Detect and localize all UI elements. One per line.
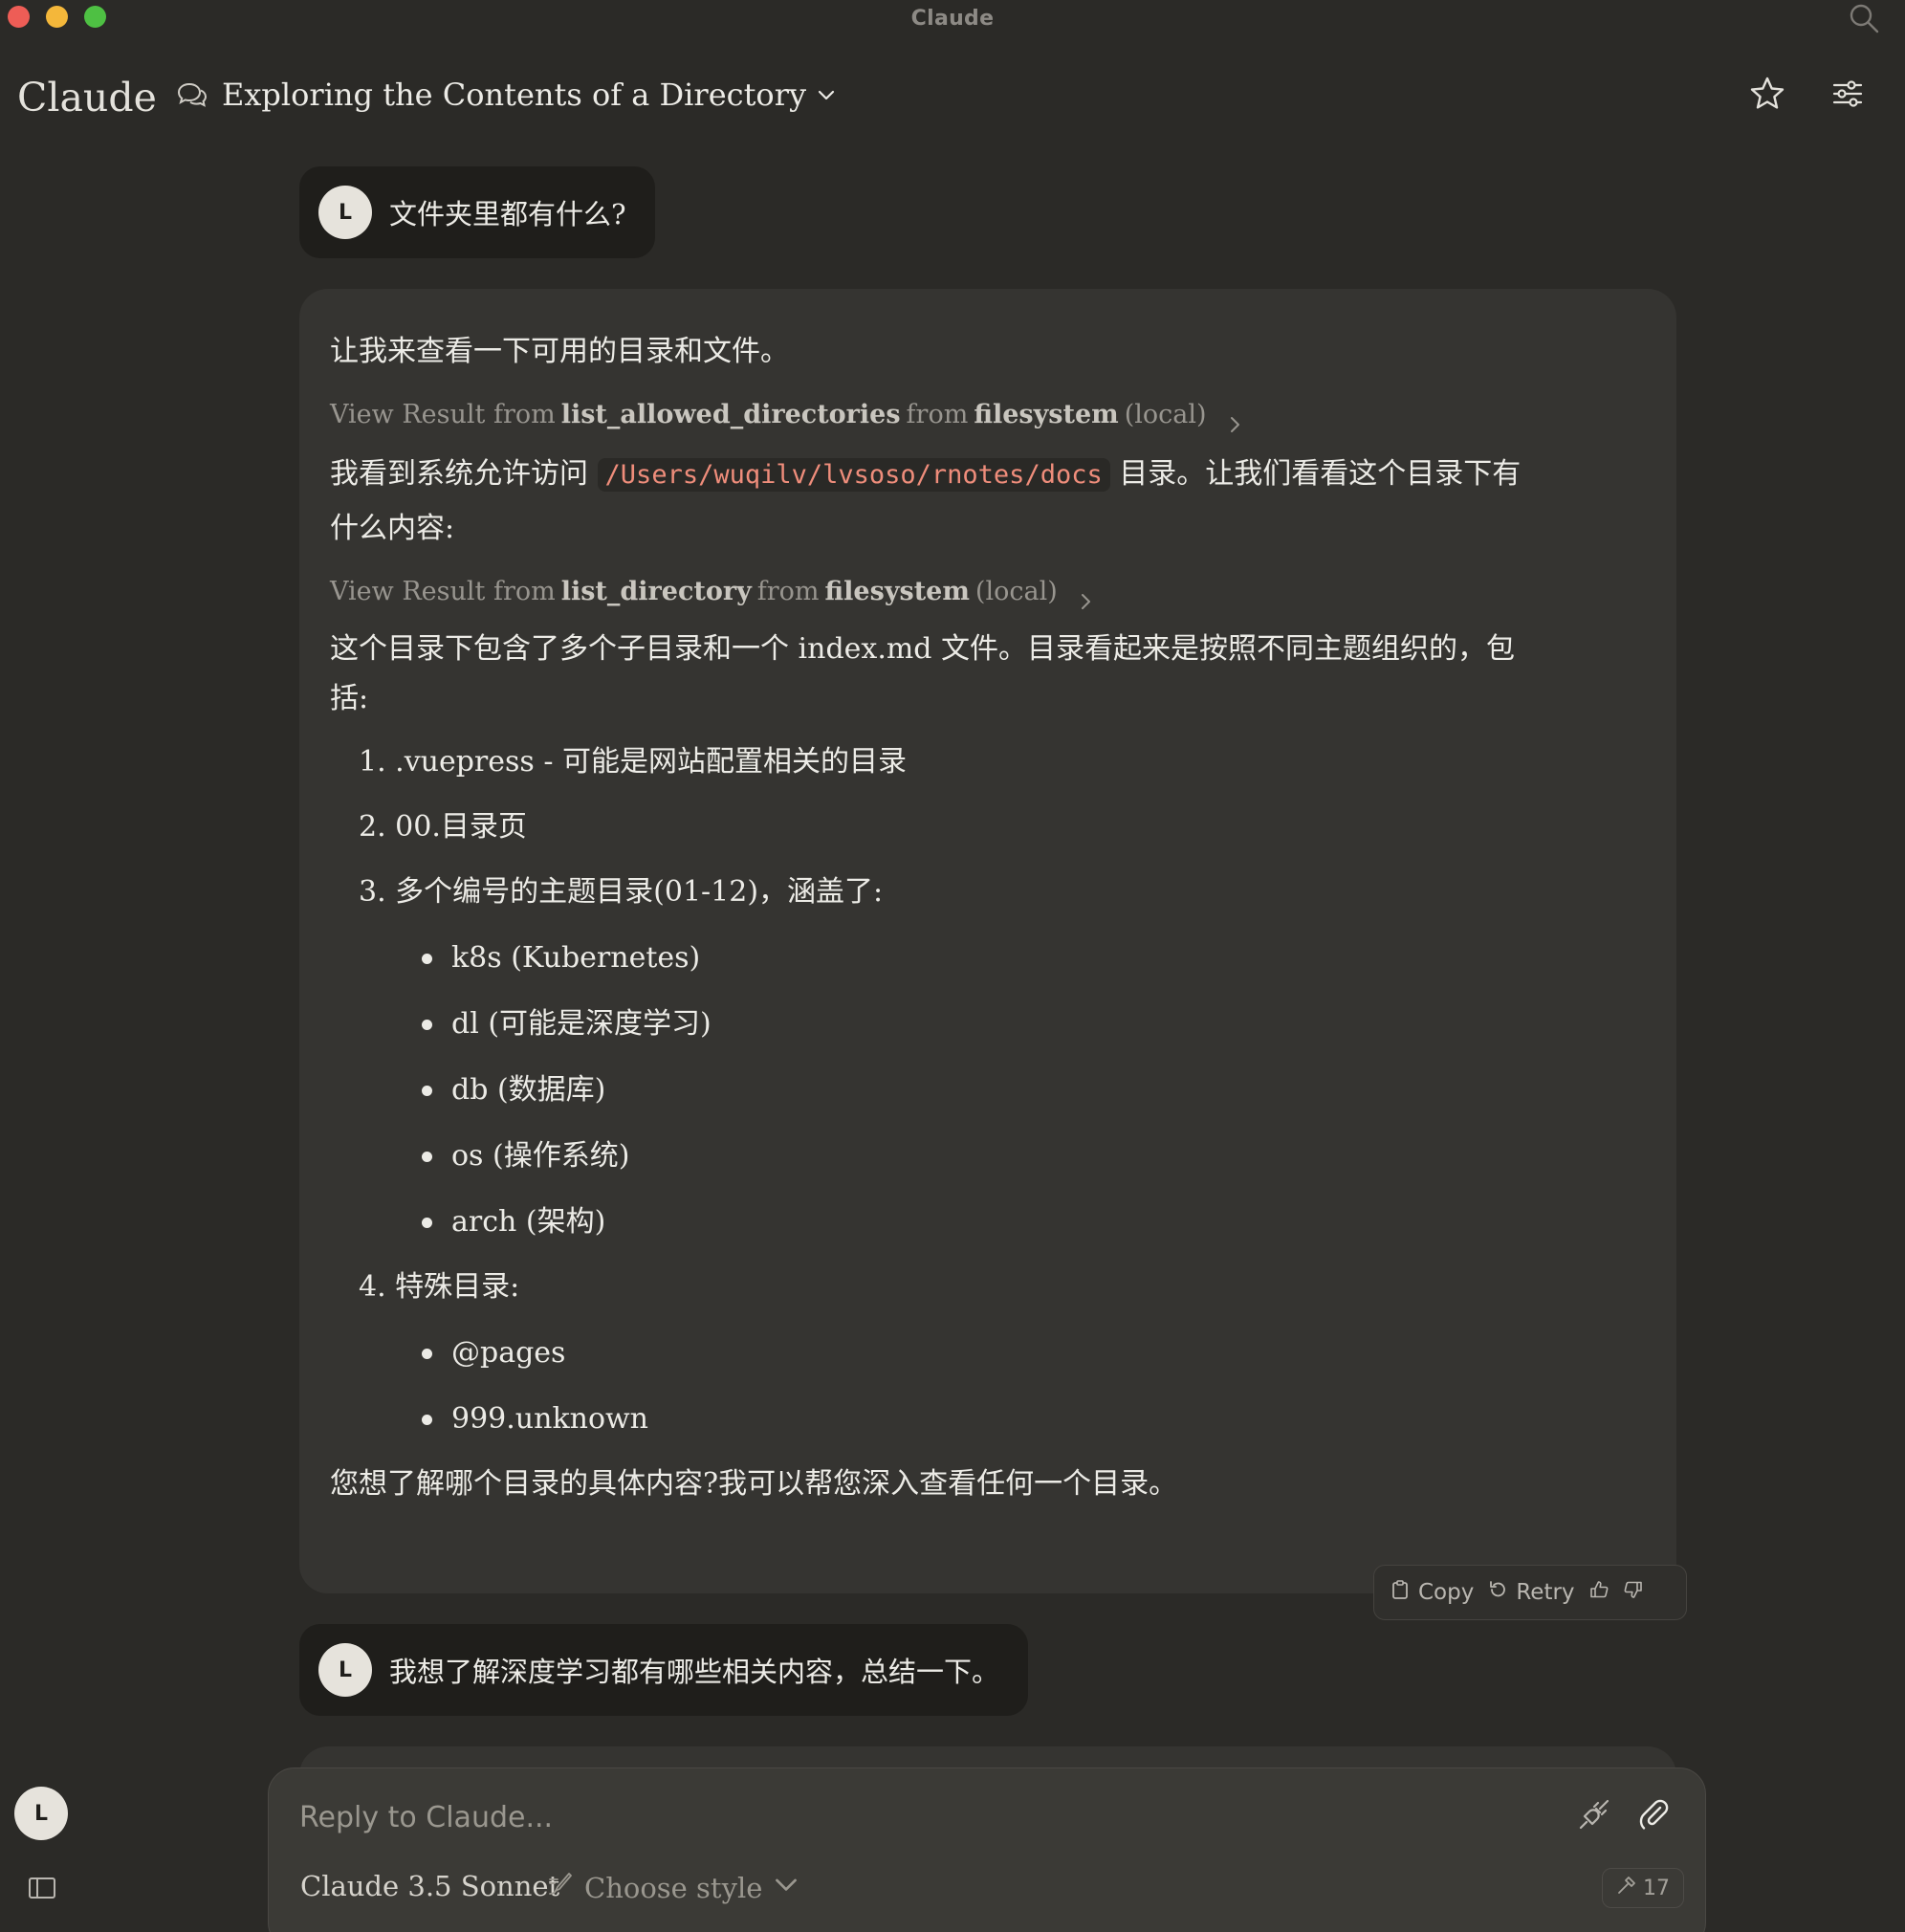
thumbs-down-icon [1623,1579,1644,1606]
list-item: db (数据库) [422,1057,1646,1123]
style-selector[interactable]: Choose style [546,1870,800,1905]
list-item: dl (可能是深度学习) [422,991,1646,1057]
chat-bubbles-icon [176,78,208,111]
tool-server: filesystem [824,577,970,606]
sliders-icon [1830,77,1865,115]
list-item: @pages [422,1320,1646,1386]
reply-input[interactable] [299,1793,1523,1841]
user-message-text: 我想了解深度学习都有哪些相关内容，总结一下。 [389,1656,1000,1688]
thumbs-up-icon [1588,1579,1609,1606]
paragraph-text: 目录。让我们看看这个目录下有 [1119,457,1522,491]
retry-icon [1487,1579,1508,1606]
tool-scope: (local) [974,577,1058,606]
tool-result-prefix: View Result from [330,400,556,429]
message-actions: Copy Retry [1373,1565,1687,1620]
tool-name: list_allowed_directories [560,400,901,429]
thumbs-down-button[interactable] [1623,1579,1644,1606]
assistant-closing: 您想了解哪个目录的具体内容?我可以帮您深入查看任何一个目录。 [330,1467,1178,1501]
tools-plug-icon [1575,1795,1613,1837]
assistant-paragraph: 我看到系统允许访问 /Users/wuqilv/lvsoso/rnotes/do… [330,448,1646,556]
tool-name: list_directory [560,577,752,606]
assistant-intro: 让我来查看一下可用的目录和文件。 [330,335,789,368]
list-item-label: 3. 多个编号的主题目录(01-12)，涵盖了: [359,875,884,909]
model-selector[interactable]: Claude 3.5 Sonnet [300,1870,559,1902]
search-icon[interactable] [1848,2,1880,34]
user-message: L 我想了解深度学习都有哪些相关内容，总结一下。 [299,1624,1029,1716]
chevron-down-icon [816,84,837,105]
list-item: 2. 00.目录页 [359,810,527,844]
account-avatar[interactable]: L [14,1787,68,1840]
paragraph-text: 我看到系统允许访问 [330,457,588,491]
user-avatar: L [318,1643,372,1697]
sidebar-toggle-icon [27,1877,57,1907]
window-controls [8,6,106,28]
paragraph-text: 括: [330,682,369,715]
directory-list: 1. .vuepress - 可能是网站配置相关的目录 2. 00.目录页 3.… [359,730,1646,1452]
thumbs-up-button[interactable] [1588,1579,1609,1606]
paperclip-icon [1634,1795,1673,1837]
tools-button[interactable] [1573,1795,1615,1837]
tool-result-toggle[interactable]: View Result from list_allowed_directorie… [330,392,1646,438]
brand-logo[interactable]: Claude [17,75,157,121]
retry-button[interactable]: Retry [1487,1579,1575,1606]
assistant-paragraph: 这个目录下包含了多个子目录和一个 index.md 文件。目录看起来是按照不同主… [330,625,1646,724]
star-icon [1748,75,1786,117]
close-window-button[interactable] [8,6,30,28]
list-item: 999.unknown [422,1386,1646,1452]
list-item: 4. 特殊目录: @pages 999.unknown [359,1255,1646,1452]
special-list: @pages 999.unknown [422,1320,1646,1452]
tool-server: filesystem [974,400,1119,429]
paragraph-text: 什么内容: [330,512,455,545]
assistant-message: 让我来查看一下可用的目录和文件。 View Result from list_a… [299,289,1676,1593]
sidebar-toggle-button[interactable] [27,1873,57,1903]
style-label: Choose style [584,1871,763,1904]
list-item: 3. 多个编号的主题目录(01-12)，涵盖了: k8s (Kubernetes… [359,860,1646,1255]
retry-label: Retry [1516,1580,1575,1605]
user-avatar: L [318,186,372,239]
list-item: 1. .vuepress - 可能是网站配置相关的目录 [359,745,908,779]
clipboard-icon [1390,1579,1411,1606]
list-item-label: 4. 特殊目录: [359,1270,520,1304]
chevron-down-icon [772,1870,800,1905]
user-message-text: 文件夹里都有什么? [389,198,626,231]
copy-button[interactable]: Copy [1390,1579,1474,1606]
list-item: os (操作系统) [422,1123,1646,1189]
attach-button[interactable] [1632,1795,1675,1837]
tool-from: from [906,400,969,429]
window-title: Claude [910,6,995,31]
star-button[interactable] [1746,75,1788,117]
chevron-right-icon [1075,582,1096,609]
brush-icon [546,1870,575,1905]
tool-result-toggle[interactable]: View Result from list_directory from fil… [330,569,1646,615]
user-message: L 文件夹里都有什么? [299,166,655,258]
topic-list: k8s (Kubernetes) dl (可能是深度学习) db (数据库) o… [422,925,1646,1255]
chat-settings-button[interactable] [1827,75,1869,117]
conversation-title-menu[interactable]: Exploring the Contents of a Directory [176,77,837,113]
paragraph-text: 这个目录下包含了多个子目录和一个 index.md 文件。目录看起来是按照不同主… [330,632,1516,666]
tools-count: 17 [1643,1876,1670,1900]
inline-code-path: /Users/wuqilv/lvsoso/rnotes/docs [597,458,1110,492]
tool-result-prefix: View Result from [330,577,556,606]
tool-scope: (local) [1124,400,1207,429]
tool-from: from [756,577,820,606]
tools-count-badge[interactable]: 17 [1602,1868,1684,1908]
composer: Claude 3.5 Sonnet Choose style 17 [268,1767,1706,1932]
minimize-window-button[interactable] [46,6,68,28]
conversation-title: Exploring the Contents of a Directory [222,77,807,113]
hammer-icon [1616,1875,1637,1901]
list-item: arch (架构) [422,1189,1646,1255]
copy-label: Copy [1418,1580,1475,1605]
zoom-window-button[interactable] [84,6,106,28]
app-header: Claude Exploring the Contents of a Direc… [0,59,1905,140]
list-item: k8s (Kubernetes) [422,925,1646,991]
title-bar: Claude [0,0,1905,36]
chevron-right-icon [1224,405,1245,432]
